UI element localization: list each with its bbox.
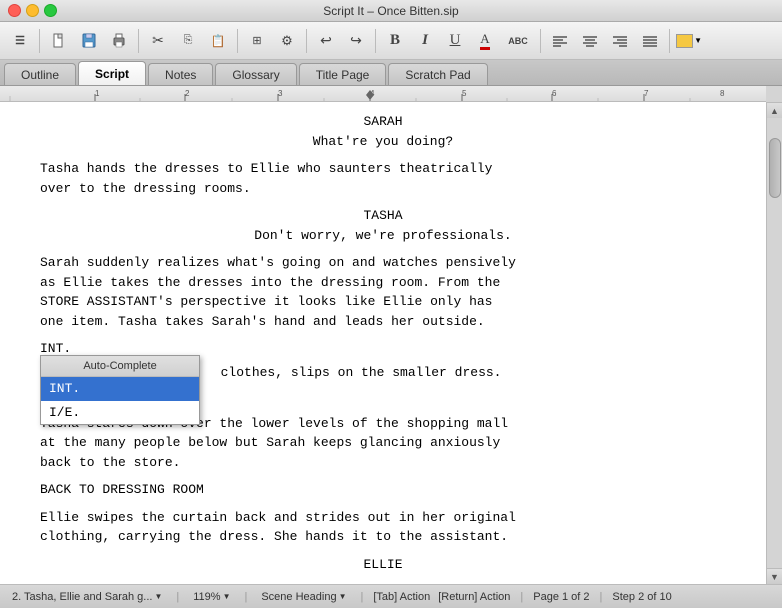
tab-outline[interactable]: Outline [4, 63, 76, 85]
autocomplete-area: I Auto-Complete INT. I/E. clothes, slips… [40, 363, 726, 383]
document-wrapper: 1 2 3 4 5 6 7 8 [0, 86, 782, 584]
character-name-tasha: TASHA [40, 206, 726, 226]
action-sarah-realizes: Sarah suddenly realizes what's going on … [40, 253, 726, 331]
separator-4 [306, 29, 307, 53]
and-word: and [313, 314, 336, 329]
zoom-dropdown[interactable]: 119% ▼ [189, 590, 234, 604]
scrollbar-track [767, 118, 782, 568]
autocomplete-popup: Auto-Complete INT. I/E. [40, 355, 200, 426]
save-button[interactable] [75, 27, 103, 55]
dialog-tasha: Don't worry, we're professionals. [40, 226, 726, 246]
font-color-button[interactable]: A [471, 27, 499, 55]
tab-glossary[interactable]: Glossary [215, 63, 296, 85]
ruler-corner [766, 86, 782, 102]
element-type-text: Scene Heading [261, 591, 336, 603]
autocomplete-header: Auto-Complete [41, 356, 199, 378]
location-text: 2. Tasha, Ellie and Sarah g... [12, 591, 152, 603]
tabs-bar: Outline Script Notes Glossary Title Page… [0, 60, 782, 86]
location-dropdown[interactable]: 2. Tasha, Ellie and Sarah g... ▼ [8, 590, 166, 604]
step-text: Step 2 of 10 [612, 591, 671, 603]
scene-heading-back: BACK TO DRESSING ROOM [40, 480, 726, 500]
italic-button[interactable]: I [411, 27, 439, 55]
scroll-down-button[interactable]: ▼ [767, 568, 782, 584]
location-dropdown-arrow: ▼ [154, 592, 162, 601]
ruler: 1 2 3 4 5 6 7 8 [0, 86, 766, 102]
align-right-button[interactable] [606, 27, 634, 55]
bold-button[interactable]: B [381, 27, 409, 55]
tab-action-text: [Tab] Action [373, 591, 430, 603]
scrollbar-thumb[interactable] [769, 138, 781, 198]
print-button[interactable] [105, 27, 133, 55]
autocomplete-item-int[interactable]: INT. [41, 377, 199, 401]
align-justify-button[interactable] [636, 27, 664, 55]
separator-3 [237, 29, 238, 53]
return-action-text: [Return] Action [438, 591, 510, 603]
tab-scratch-pad[interactable]: Scratch Pad [388, 63, 487, 85]
traffic-lights [8, 4, 57, 17]
watches-word: watches [383, 255, 438, 270]
spell-check-button[interactable]: ABC [501, 27, 535, 55]
dialog-sarah: What're you doing? [40, 132, 726, 152]
paste-button[interactable]: 📋 [204, 27, 232, 55]
undo-button[interactable]: ↩ [312, 27, 340, 55]
page-text: Page 1 of 2 [533, 591, 589, 603]
ruler-row: 1 2 3 4 5 6 7 8 [0, 86, 782, 102]
title-bar: Script It – Once Bitten.sip [0, 0, 782, 22]
minimize-button[interactable] [26, 4, 39, 17]
separator-2 [138, 29, 139, 53]
align-left-button[interactable] [546, 27, 574, 55]
cut-button[interactable]: ✂ [144, 27, 172, 55]
outline-toggle-button[interactable]: ☰ [6, 27, 34, 55]
action-tasha-dresses: Tasha hands the dresses to Ellie who sau… [40, 159, 726, 198]
separator-1 [39, 29, 40, 53]
tab-script[interactable]: Script [78, 61, 146, 85]
status-bar: 2. Tasha, Ellie and Sarah g... ▼ | 119% … [0, 584, 782, 608]
new-button[interactable] [45, 27, 73, 55]
separator-7 [669, 29, 670, 53]
align-center-button[interactable] [576, 27, 604, 55]
tools-button[interactable]: ⚙ [273, 27, 301, 55]
leads-word: leads [344, 314, 383, 329]
tab-notes[interactable]: Notes [148, 63, 213, 85]
toolbar: ☰ ✂ ⎘ 📋 ⊞ ⚙ ↩ ↪ B I U A ABC ▼ [0, 22, 782, 60]
document-content[interactable]: SARAH What're you doing? Tasha hands the… [0, 102, 766, 584]
character-name-sarah: SARAH [40, 112, 726, 132]
copy-button[interactable]: ⎘ [174, 27, 202, 55]
character-name-ellie: ELLIE [40, 555, 726, 575]
tab-title-page[interactable]: Title Page [299, 63, 387, 85]
zoom-dropdown-arrow: ▼ [223, 592, 231, 601]
document-scroll-area: SARAH What're you doing? Tasha hands the… [0, 102, 782, 584]
action-ellie-swipes: Ellie swipes the curtain back and stride… [40, 508, 726, 547]
scroll-up-button[interactable]: ▲ [767, 102, 782, 118]
window-title: Script It – Once Bitten.sip [323, 4, 458, 18]
close-button[interactable] [8, 4, 21, 17]
color-picker-button[interactable]: ▼ [675, 27, 703, 55]
separator-6 [540, 29, 541, 53]
redo-button[interactable]: ↪ [342, 27, 370, 55]
pages-button[interactable]: ⊞ [243, 27, 271, 55]
separator-5 [375, 29, 376, 53]
underline-button[interactable]: U [441, 27, 469, 55]
maximize-button[interactable] [44, 4, 57, 17]
element-type-dropdown[interactable]: Scene Heading ▼ [257, 590, 350, 604]
scrollbar: ▲ ▼ [766, 102, 782, 584]
color-swatch [676, 34, 693, 48]
autocomplete-item-ie[interactable]: I/E. [41, 401, 199, 425]
zoom-text: 119% [193, 591, 220, 603]
element-type-dropdown-arrow: ▼ [339, 592, 347, 601]
